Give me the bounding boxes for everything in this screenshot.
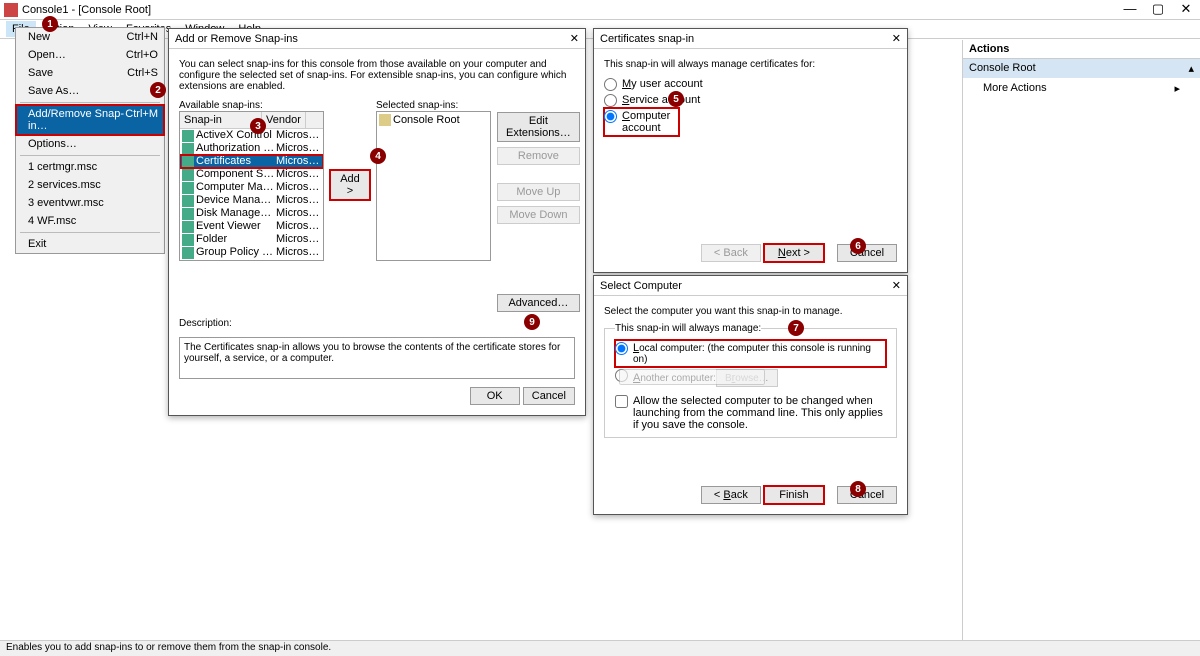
snapin-icon: [182, 260, 194, 261]
back-button[interactable]: < Back: [701, 486, 761, 504]
menu-item-saveas[interactable]: Save As…: [16, 82, 164, 100]
step-badge-6: 6: [850, 238, 866, 254]
step-badge-5: 5: [668, 91, 684, 107]
more-actions[interactable]: More Actions▸: [963, 78, 1200, 99]
advanced-button[interactable]: Advanced…: [497, 294, 580, 312]
snapin-icon: [182, 182, 194, 194]
selected-snapins-tree[interactable]: Console Root: [376, 111, 491, 261]
snapin-icon: [182, 234, 194, 246]
actions-pane: Actions Console Root▴ More Actions▸: [962, 40, 1200, 640]
folder-icon: [379, 114, 391, 126]
step-badge-1: 1: [42, 16, 58, 32]
radio-another-computer[interactable]: Another computer: Browse…: [615, 367, 886, 389]
close-button[interactable]: ✕: [1172, 0, 1200, 20]
actions-root[interactable]: Console Root▴: [963, 59, 1200, 78]
menu-item-addremove-snapin[interactable]: Add/Remove Snap-in…Ctrl+M: [16, 105, 164, 135]
dialog-add-remove-snapins: Add or Remove Snap-ins ✕ You can select …: [168, 28, 586, 416]
dialog-title: Certificates snap-in: [600, 33, 694, 45]
snapin-row[interactable]: Component ServicesMicrosoft Cor…: [180, 168, 323, 181]
snapin-icon: [182, 221, 194, 233]
back-button: < Back: [701, 244, 761, 262]
snapin-icon: [182, 143, 194, 155]
menu-item-options[interactable]: Options…: [16, 135, 164, 153]
dialog-select-computer: Select Computer ✕ Select the computer yo…: [593, 275, 908, 515]
allow-change-checkbox[interactable]: Allow the selected computer to be change…: [615, 395, 886, 431]
dialog-close-icon[interactable]: ✕: [570, 32, 579, 45]
snapin-row[interactable]: Group Policy Object …Microsoft Cor…: [180, 246, 323, 259]
move-up-button: Move Up: [497, 183, 580, 201]
dialog-certificates-snapin: Certificates snap-in ✕ This snap-in will…: [593, 28, 908, 273]
menu-item-new[interactable]: NewCtrl+N: [16, 28, 164, 46]
step-badge-4: 4: [370, 148, 386, 164]
menu-item-recent-1[interactable]: 1 certmgr.msc: [16, 158, 164, 176]
cancel-button[interactable]: Cancel: [837, 486, 897, 504]
description-text: The Certificates snap-in allows you to b…: [179, 337, 575, 379]
edit-extensions-button[interactable]: Edit Extensions…: [497, 112, 580, 142]
radio-my-user[interactable]: MMy user accounty user account: [604, 76, 897, 92]
snapin-icon: [182, 156, 194, 168]
menu-item-save[interactable]: SaveCtrl+S: [16, 64, 164, 82]
window-title: Console1 - [Console Root]: [22, 4, 1116, 16]
step-badge-9: 9: [524, 314, 540, 330]
step-badge-8: 8: [850, 481, 866, 497]
step-badge-7: 7: [788, 320, 804, 336]
mmc-icon: [4, 3, 18, 17]
intro-text: You can select snap-ins for this console…: [179, 59, 575, 92]
snapin-row[interactable]: Device ManagerMicrosoft Cor…: [180, 194, 323, 207]
description-label: Description:: [179, 318, 575, 329]
dialog-title: Add or Remove Snap-ins: [175, 33, 298, 45]
snapin-row[interactable]: Event ViewerMicrosoft Cor…: [180, 220, 323, 233]
minimize-button[interactable]: —: [1116, 0, 1144, 20]
snapin-row[interactable]: Authorization ManagerMicrosoft Cor…: [180, 142, 323, 155]
intro-text: This snap-in will always manage certific…: [604, 59, 897, 70]
available-label: Available snap-ins:: [179, 100, 324, 111]
col-vendor[interactable]: Vendor: [262, 112, 306, 128]
title-bar: Console1 - [Console Root] — ▢ ✕: [0, 0, 1200, 20]
cancel-button[interactable]: Cancel: [837, 244, 897, 262]
collapse-icon[interactable]: ▴: [1188, 62, 1194, 75]
snapin-row[interactable]: Computer Managem…Microsoft Cor…: [180, 181, 323, 194]
menu-item-recent-3[interactable]: 3 eventvwr.msc: [16, 194, 164, 212]
next-button[interactable]: Next >: [764, 244, 824, 262]
menu-item-recent-4[interactable]: 4 WF.msc: [16, 212, 164, 230]
ok-button[interactable]: OK: [470, 387, 520, 405]
menu-item-exit[interactable]: Exit: [16, 235, 164, 253]
another-computer-input: [619, 369, 765, 385]
file-menu-dropdown: NewCtrl+N Open…Ctrl+O SaveCtrl+S Save As…: [15, 27, 165, 254]
maximize-button[interactable]: ▢: [1144, 0, 1172, 20]
status-bar: Enables you to add snap-ins to or remove…: [0, 640, 1200, 656]
snapin-icon: [182, 130, 194, 142]
radio-computer-account[interactable]: Computer account: [604, 108, 679, 136]
actions-header: Actions: [963, 40, 1200, 59]
step-badge-2: 2: [150, 82, 166, 98]
dialog-title: Select Computer: [600, 280, 682, 292]
cancel-button[interactable]: Cancel: [523, 387, 575, 405]
snapin-icon: [182, 195, 194, 207]
move-down-button: Move Down: [497, 206, 580, 224]
selected-label: Selected snap-ins:: [376, 100, 491, 111]
radio-local-computer[interactable]: Local computer: (the computer this conso…: [615, 340, 886, 367]
radio-service[interactable]: Service account: [604, 92, 897, 108]
dialog-close-icon[interactable]: ✕: [892, 32, 901, 45]
snapin-row[interactable]: FolderMicrosoft Cor…: [180, 233, 323, 246]
remove-button: Remove: [497, 147, 580, 165]
snapin-icon: [182, 247, 194, 259]
snapin-icon: [182, 169, 194, 181]
chevron-right-icon: ▸: [1174, 82, 1180, 95]
dialog-close-icon[interactable]: ✕: [892, 279, 901, 292]
add-button[interactable]: Add >: [330, 170, 370, 200]
snapin-row[interactable]: CertificatesMicrosoft Cor…: [180, 155, 323, 168]
step-badge-3: 3: [250, 118, 266, 134]
snapin-row[interactable]: Hyper-V ManagerMicrosoft Cor…: [180, 259, 323, 261]
account-radio-group: MMy user accounty user account Service a…: [604, 76, 897, 136]
snapin-icon: [182, 208, 194, 220]
intro-text: Select the computer you want this snap-i…: [604, 306, 897, 317]
manage-group: This snap-in will always manage: Local c…: [604, 323, 897, 438]
menu-item-recent-2[interactable]: 2 services.msc: [16, 176, 164, 194]
finish-button[interactable]: Finish: [764, 486, 824, 504]
snapin-row[interactable]: Disk ManagementMicrosoft and…: [180, 207, 323, 220]
available-snapins-list[interactable]: Snap-inVendor ActiveX ControlMicrosoft C…: [179, 111, 324, 261]
menu-item-open[interactable]: Open…Ctrl+O: [16, 46, 164, 64]
